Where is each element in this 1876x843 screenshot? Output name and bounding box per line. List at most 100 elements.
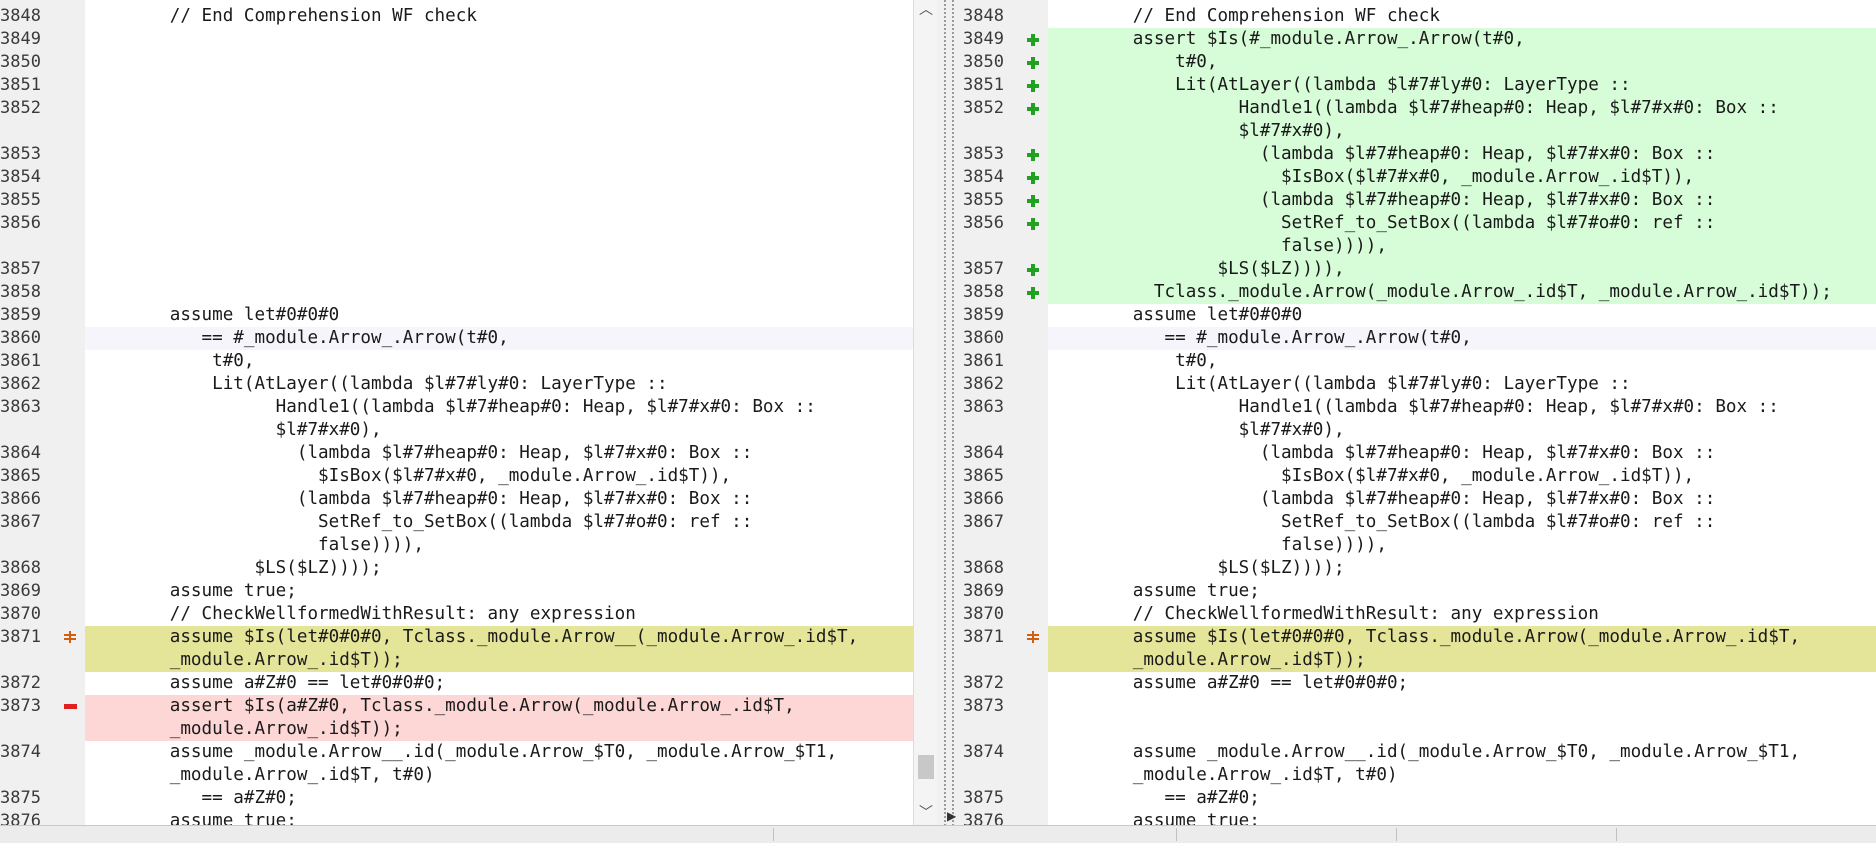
right-code-line[interactable]: 3876 assume true; bbox=[963, 810, 1876, 825]
right-code-line[interactable]: 3854 $IsBox($l#7#x#0, _module.Arrow_.id$… bbox=[963, 166, 1876, 189]
left-code-line[interactable]: 3875 == a#Z#0; bbox=[0, 787, 913, 810]
left-code-line[interactable]: _module.Arrow_.id$T)); bbox=[0, 718, 913, 741]
plus-icon[interactable] bbox=[1027, 80, 1039, 92]
plus-icon[interactable] bbox=[1027, 287, 1039, 299]
minus-icon[interactable] bbox=[64, 704, 77, 709]
diff-marker bbox=[1023, 511, 1048, 534]
left-code-line[interactable]: 3852 bbox=[0, 97, 913, 120]
left-code-line[interactable]: 3873 assert $Is(a#Z#0, Tclass._module.Ar… bbox=[0, 695, 913, 718]
left-code-line[interactable]: 3872 assume a#Z#0 == let#0#0#0; bbox=[0, 672, 913, 695]
left-code-line[interactable]: false)))), bbox=[0, 534, 913, 557]
left-code-line[interactable] bbox=[0, 235, 913, 258]
right-code-line[interactable]: 3855 (lambda $l#7#heap#0: Heap, $l#7#x#0… bbox=[963, 189, 1876, 212]
plus-icon[interactable] bbox=[1027, 149, 1039, 161]
left-code-line[interactable]: 3851 bbox=[0, 74, 913, 97]
left-code-line[interactable]: 3863 Handle1((lambda $l#7#heap#0: Heap, … bbox=[0, 396, 913, 419]
line-number: 3861 bbox=[963, 351, 1004, 371]
right-code-line[interactable]: 3875 == a#Z#0; bbox=[963, 787, 1876, 810]
right-code-line[interactable]: 3852 Handle1((lambda $l#7#heap#0: Heap, … bbox=[963, 97, 1876, 120]
left-code-line[interactable]: 3862 Lit(AtLayer((lambda $l#7#ly#0: Laye… bbox=[0, 373, 913, 396]
right-code-line[interactable]: 3848 // End Comprehension WF check bbox=[963, 5, 1876, 28]
plus-icon[interactable] bbox=[1027, 103, 1039, 115]
left-code-line[interactable]: 3856 bbox=[0, 212, 913, 235]
right-code-line[interactable]: 3858 Tclass._module.Arrow(_module.Arrow_… bbox=[963, 281, 1876, 304]
left-code-line[interactable]: _module.Arrow_.id$T, t#0) bbox=[0, 764, 913, 787]
left-code-line[interactable]: 3854 bbox=[0, 166, 913, 189]
left-vertical-scrollbar[interactable]: ︿ ﹀ bbox=[913, 0, 938, 825]
right-code-line[interactable]: 3868 $LS($LZ)))); bbox=[963, 557, 1876, 580]
right-code-line[interactable]: 3867 SetRef_to_SetBox((lambda $l#7#o#0: … bbox=[963, 511, 1876, 534]
left-code-line[interactable]: 3867 SetRef_to_SetBox((lambda $l#7#o#0: … bbox=[0, 511, 913, 534]
chevron-up-icon[interactable]: ︿ bbox=[914, 0, 938, 20]
line-number: 3850 bbox=[0, 52, 41, 72]
right-code-line[interactable]: 3850 t#0, bbox=[963, 51, 1876, 74]
line-number: 3874 bbox=[0, 742, 41, 762]
left-code-line[interactable]: 3850 bbox=[0, 51, 913, 74]
right-code-line[interactable]: 3872 assume a#Z#0 == let#0#0#0; bbox=[963, 672, 1876, 695]
scroll-thumb[interactable] bbox=[918, 755, 934, 779]
right-code-line[interactable]: 3849 assert $Is(#_module.Arrow_.Arrow(t#… bbox=[963, 28, 1876, 51]
right-code-line[interactable]: 3862 Lit(AtLayer((lambda $l#7#ly#0: Laye… bbox=[963, 373, 1876, 396]
left-code-line[interactable]: 3859 assume let#0#0#0 bbox=[0, 304, 913, 327]
right-code-line[interactable]: 3857 $LS($LZ)))), bbox=[963, 258, 1876, 281]
right-code-line[interactable]: $l#7#x#0), bbox=[963, 120, 1876, 143]
right-code-line[interactable]: 3869 assume true; bbox=[963, 580, 1876, 603]
code-text: assume a#Z#0 == let#0#0#0; bbox=[85, 673, 446, 693]
left-code-line[interactable] bbox=[0, 120, 913, 143]
right-code-line[interactable]: _module.Arrow_.id$T, t#0) bbox=[963, 764, 1876, 787]
right-code-line[interactable]: false)))), bbox=[963, 235, 1876, 258]
left-code-line[interactable]: 3853 bbox=[0, 143, 913, 166]
splitter-arrow-icon[interactable]: ▶ bbox=[947, 809, 956, 823]
left-code-line[interactable]: 3848 // End Comprehension WF check bbox=[0, 5, 913, 28]
left-code-line[interactable]: 3861 t#0, bbox=[0, 350, 913, 373]
left-code-line[interactable]: 3870 // CheckWellformedWithResult: any e… bbox=[0, 603, 913, 626]
left-code-line[interactable]: 3871 assume $Is(let#0#0#0, Tclass._modul… bbox=[0, 626, 913, 649]
right-code-line[interactable]: 3874 assume _module.Arrow__.id(_module.A… bbox=[963, 741, 1876, 764]
left-code-line[interactable]: 3866 (lambda $l#7#heap#0: Heap, $l#7#x#0… bbox=[0, 488, 913, 511]
left-code-line[interactable]: 3864 (lambda $l#7#heap#0: Heap, $l#7#x#0… bbox=[0, 442, 913, 465]
change-icon[interactable] bbox=[64, 631, 76, 643]
plus-icon[interactable] bbox=[1027, 34, 1039, 46]
right-code-line[interactable]: false)))), bbox=[963, 534, 1876, 557]
plus-icon[interactable] bbox=[1027, 195, 1039, 207]
plus-icon[interactable] bbox=[1027, 57, 1039, 69]
right-code-line[interactable]: 3859 assume let#0#0#0 bbox=[963, 304, 1876, 327]
right-code-line[interactable]: $l#7#x#0), bbox=[963, 419, 1876, 442]
right-code-line[interactable]: 3851 Lit(AtLayer((lambda $l#7#ly#0: Laye… bbox=[963, 74, 1876, 97]
right-code-line[interactable]: 3861 t#0, bbox=[963, 350, 1876, 373]
left-code-line[interactable]: 3874 assume _module.Arrow__.id(_module.A… bbox=[0, 741, 913, 764]
right-code-line[interactable]: 3860 == #_module.Arrow_.Arrow(t#0, bbox=[963, 327, 1876, 350]
right-code-line[interactable]: 3866 (lambda $l#7#heap#0: Heap, $l#7#x#0… bbox=[963, 488, 1876, 511]
code-text: _module.Arrow_.id$T, t#0) bbox=[1048, 765, 1398, 785]
chevron-down-icon[interactable]: ﹀ bbox=[914, 803, 938, 823]
left-code-line[interactable]: 3865 $IsBox($l#7#x#0, _module.Arrow_.id$… bbox=[0, 465, 913, 488]
right-code-line[interactable] bbox=[963, 718, 1876, 741]
right-code-line[interactable]: 3873 bbox=[963, 695, 1876, 718]
left-code-line[interactable]: 3849 bbox=[0, 28, 913, 51]
plus-icon[interactable] bbox=[1027, 218, 1039, 230]
right-code-line[interactable]: 3856 SetRef_to_SetBox((lambda $l#7#o#0: … bbox=[963, 212, 1876, 235]
right-diff-pane[interactable]: 3848 // End Comprehension WF check 3849 a… bbox=[963, 0, 1876, 825]
right-code-line[interactable]: 3870 // CheckWellformedWithResult: any e… bbox=[963, 603, 1876, 626]
right-code-line[interactable]: 3853 (lambda $l#7#heap#0: Heap, $l#7#x#0… bbox=[963, 143, 1876, 166]
plus-icon[interactable] bbox=[1027, 264, 1039, 276]
left-code-line[interactable]: $l#7#x#0), bbox=[0, 419, 913, 442]
line-number: 3849 bbox=[963, 29, 1004, 49]
left-code-line[interactable]: 3858 bbox=[0, 281, 913, 304]
left-code-line[interactable]: 3876 assume true; bbox=[0, 810, 913, 825]
left-code-line[interactable]: 3868 $LS($LZ)))); bbox=[0, 557, 913, 580]
plus-icon[interactable] bbox=[1027, 172, 1039, 184]
right-code-line[interactable]: 3863 Handle1((lambda $l#7#heap#0: Heap, … bbox=[963, 396, 1876, 419]
right-code-line[interactable]: _module.Arrow_.id$T)); bbox=[963, 649, 1876, 672]
right-code-line[interactable]: 3864 (lambda $l#7#heap#0: Heap, $l#7#x#0… bbox=[963, 442, 1876, 465]
left-code-line[interactable]: 3860 == #_module.Arrow_.Arrow(t#0, bbox=[0, 327, 913, 350]
right-code-line[interactable]: 3865 $IsBox($l#7#x#0, _module.Arrow_.id$… bbox=[963, 465, 1876, 488]
left-code-line[interactable]: 3855 bbox=[0, 189, 913, 212]
left-code-line[interactable]: 3857 bbox=[0, 258, 913, 281]
pane-splitter[interactable]: ▶ bbox=[937, 0, 963, 825]
left-code-line[interactable]: _module.Arrow_.id$T)); bbox=[0, 649, 913, 672]
right-code-line[interactable]: 3871 assume $Is(let#0#0#0, Tclass._modul… bbox=[963, 626, 1876, 649]
change-icon[interactable] bbox=[1027, 631, 1039, 643]
left-code-line[interactable]: 3869 assume true; bbox=[0, 580, 913, 603]
left-diff-pane[interactable]: 3848 // End Comprehension WF check 3849 38… bbox=[0, 0, 913, 825]
